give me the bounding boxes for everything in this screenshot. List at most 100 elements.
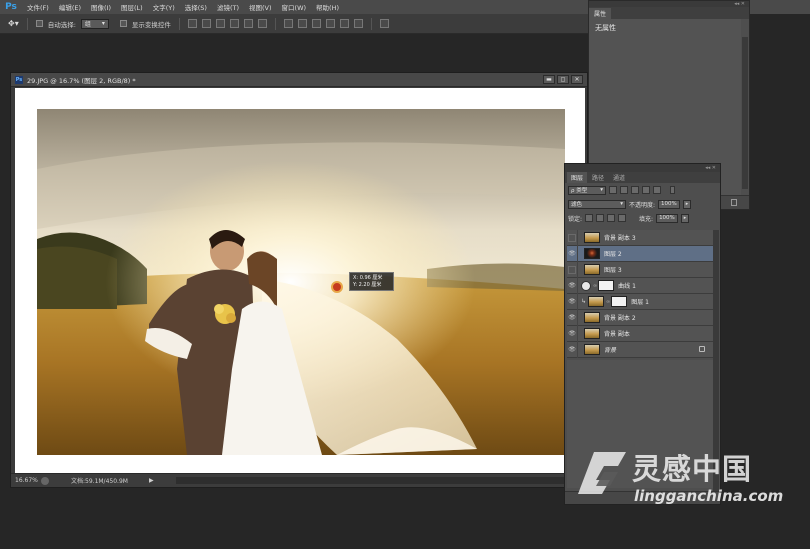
collapse-icon[interactable]: ◂◂ ✕ bbox=[734, 1, 745, 7]
visibility-toggle-off[interactable] bbox=[567, 261, 578, 278]
separator bbox=[26, 17, 28, 30]
horizontal-scrollbar[interactable] bbox=[176, 477, 584, 484]
layers-panel-collapse-bar[interactable]: ◂◂ ✕ bbox=[565, 164, 720, 172]
status-menu-arrow-icon[interactable]: ▶ bbox=[149, 477, 154, 484]
document-size: 文档:59.1M/450.9M bbox=[71, 478, 128, 485]
layer-row-curves1[interactable]: 👁 ∞ 曲线 1 bbox=[567, 277, 713, 294]
status-info-icon[interactable] bbox=[41, 476, 49, 485]
canvas[interactable] bbox=[15, 88, 585, 473]
opacity-label: 不透明度: bbox=[629, 201, 656, 209]
align-vcenter-icon[interactable] bbox=[201, 19, 211, 28]
eye-icon[interactable]: 👁 bbox=[567, 293, 578, 310]
tab-channels[interactable]: 通道 bbox=[609, 172, 629, 183]
chain-link-icon[interactable]: ∞ bbox=[593, 283, 597, 289]
zoom-level[interactable]: 16.67% bbox=[11, 477, 41, 484]
distribute-bottom-icon[interactable] bbox=[311, 19, 321, 28]
auto-select-checkbox[interactable] bbox=[35, 20, 43, 27]
menu-image[interactable]: 图像(I) bbox=[86, 2, 116, 12]
tab-properties[interactable]: 属性 bbox=[589, 8, 612, 19]
document-titlebar[interactable]: Ps 29.JPG @ 16.7% (图层 2, RGB/8) * ▬ ◻ ✕ bbox=[11, 73, 587, 87]
document-title: 29.JPG @ 16.7% (图层 2, RGB/8) * bbox=[27, 76, 136, 85]
window-buttons: ▬ ◻ ✕ bbox=[543, 75, 583, 84]
visibility-toggle-off[interactable] bbox=[567, 229, 578, 246]
no-properties-text: 无属性 bbox=[595, 24, 616, 32]
layer-name: 背景 副本 2 bbox=[604, 315, 636, 322]
distribute-vcenter-icon[interactable] bbox=[297, 19, 307, 28]
opacity-input[interactable]: 100% bbox=[658, 199, 681, 209]
menu-type[interactable]: 文字(Y) bbox=[148, 2, 180, 12]
show-transform-checkbox[interactable] bbox=[119, 20, 127, 27]
ps-document-icon: Ps bbox=[15, 75, 23, 84]
eye-icon[interactable]: 👁 bbox=[567, 341, 578, 358]
distribute-hcenter-icon[interactable] bbox=[339, 19, 349, 28]
filter-type-icon[interactable] bbox=[631, 186, 639, 194]
auto-align-icon[interactable] bbox=[379, 19, 389, 28]
filter-toggle-icon[interactable] bbox=[670, 186, 675, 194]
blend-mode-dropdown[interactable]: 滤色 ▾ bbox=[568, 199, 626, 209]
eye-icon[interactable]: 👁 bbox=[567, 309, 578, 326]
document-window: Ps 29.JPG @ 16.7% (图层 2, RGB/8) * ▬ ◻ ✕ bbox=[10, 72, 588, 488]
filter-shape-icon[interactable] bbox=[642, 186, 650, 194]
align-top-icon[interactable] bbox=[187, 19, 197, 28]
chain-link-icon[interactable]: ∞ bbox=[606, 299, 610, 305]
fill-input[interactable]: 100% bbox=[656, 213, 679, 223]
auto-select-dropdown[interactable]: 组 ▾ bbox=[80, 18, 109, 29]
lock-all-icon[interactable] bbox=[618, 214, 627, 222]
menu-file[interactable]: 文件(F) bbox=[22, 2, 54, 12]
layer-filter-dropdown[interactable]: ρ 类型 ▾ bbox=[568, 185, 606, 195]
layer-row-bg-copy2[interactable]: 👁 背景 副本 2 bbox=[567, 309, 713, 326]
layer-name: 图层 1 bbox=[631, 299, 649, 306]
menu-window[interactable]: 窗口(W) bbox=[277, 2, 312, 12]
eye-icon[interactable]: 👁 bbox=[567, 245, 578, 262]
fill-slider-button[interactable]: ▸ bbox=[681, 213, 690, 223]
align-left-icon[interactable] bbox=[229, 19, 239, 28]
minimize-button[interactable]: ▬ bbox=[543, 75, 555, 84]
menu-help[interactable]: 帮助(H) bbox=[311, 2, 344, 12]
trash-icon[interactable] bbox=[731, 199, 737, 206]
menu-view[interactable]: 视图(V) bbox=[244, 2, 277, 12]
lock-transparent-icon[interactable] bbox=[585, 214, 594, 222]
opacity-slider-button[interactable]: ▸ bbox=[683, 199, 692, 209]
align-hcenter-icon[interactable] bbox=[243, 19, 253, 28]
maximize-button[interactable]: ◻ bbox=[557, 75, 569, 84]
tab-layers[interactable]: 图层 bbox=[567, 172, 588, 183]
layer-row-bg-copy[interactable]: 👁 背景 副本 bbox=[567, 325, 713, 342]
chevron-down-icon: ▾ bbox=[101, 20, 105, 27]
chevron-down-icon: ▾ bbox=[600, 187, 603, 193]
blend-row: 滤色 ▾ 不透明度: 100% ▸ bbox=[565, 197, 720, 211]
distribute-right-icon[interactable] bbox=[353, 19, 363, 28]
filter-smart-object-icon[interactable] bbox=[653, 186, 661, 194]
layer-row-bg-copy3[interactable]: 背景 副本 3 bbox=[567, 229, 713, 246]
filter-type-label: ρ 类型 bbox=[571, 188, 588, 194]
menu-edit[interactable]: 编辑(E) bbox=[54, 2, 86, 12]
distribute-left-icon[interactable] bbox=[325, 19, 335, 28]
move-tool-icon[interactable]: ✥▾ bbox=[8, 19, 19, 28]
layer-row-layer3[interactable]: 图层 3 bbox=[567, 261, 713, 278]
menu-layer[interactable]: 图层(L) bbox=[116, 2, 148, 12]
align-right-icon[interactable] bbox=[257, 19, 267, 28]
lock-position-icon[interactable] bbox=[607, 214, 616, 222]
layer-row-layer1[interactable]: 👁 ↳ ∞ 图层 1 bbox=[567, 293, 713, 310]
properties-scrollbar[interactable] bbox=[742, 37, 748, 189]
filter-pixel-icon[interactable] bbox=[609, 186, 617, 194]
distribute-top-icon[interactable] bbox=[283, 19, 293, 28]
filter-adjustment-icon[interactable] bbox=[620, 186, 628, 194]
eye-icon[interactable]: 👁 bbox=[567, 277, 578, 294]
layer-mask-thumbnail bbox=[598, 280, 615, 291]
wedding-photo[interactable] bbox=[37, 109, 565, 455]
lock-image-icon[interactable] bbox=[596, 214, 605, 222]
collapse-icon[interactable]: ◂◂ ✕ bbox=[705, 165, 716, 171]
align-bottom-icon[interactable] bbox=[215, 19, 225, 28]
tab-paths[interactable]: 路径 bbox=[588, 172, 608, 183]
layer-row-layer2[interactable]: 👁 图层 2 bbox=[567, 245, 713, 262]
cursor-target-icon bbox=[331, 281, 343, 293]
eye-icon[interactable]: 👁 bbox=[567, 325, 578, 342]
layer-name: 背景 副本 bbox=[604, 331, 630, 338]
close-button[interactable]: ✕ bbox=[571, 75, 583, 84]
menu-select[interactable]: 选择(S) bbox=[180, 2, 212, 12]
layer-name: 背景 bbox=[604, 347, 617, 354]
menu-filter[interactable]: 滤镜(T) bbox=[212, 2, 244, 12]
layer-name: 曲线 1 bbox=[618, 283, 636, 290]
layer-row-background[interactable]: 👁 背景 bbox=[567, 341, 713, 358]
layer-thumbnail bbox=[584, 328, 600, 339]
